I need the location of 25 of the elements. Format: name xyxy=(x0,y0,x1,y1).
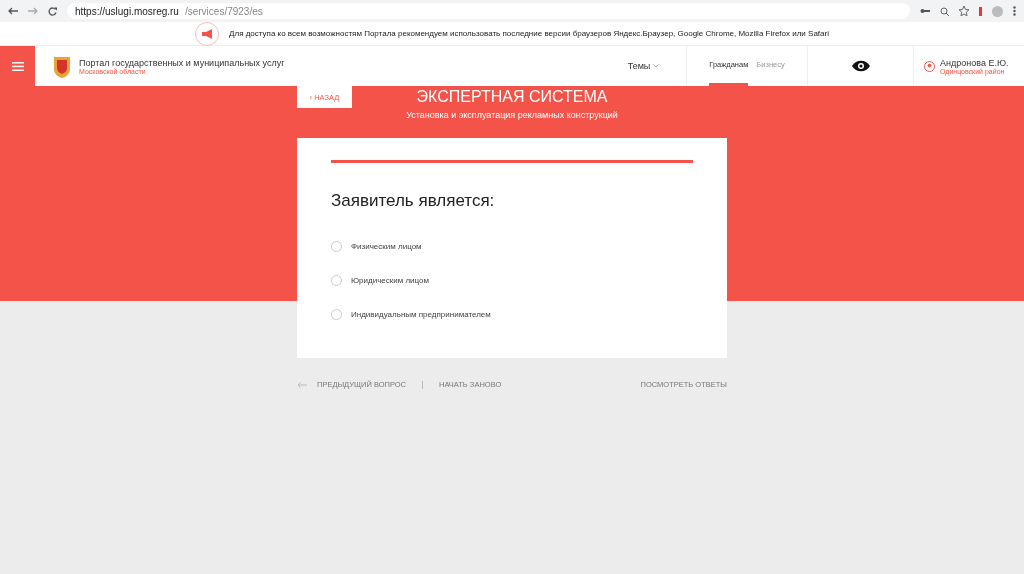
user-name[interactable]: Андронова Е.Ю. xyxy=(940,57,1009,68)
extension-icon[interactable] xyxy=(979,6,982,16)
option-label[interactable]: Индивидуальным предпринимателем xyxy=(351,309,491,319)
option-label[interactable]: Физическим лицом xyxy=(351,241,422,251)
notice-text: Для доступа ко всем возможностям Портала рекомендуем использовать последние версии браузеров Яндекс.Браузер, Google Chrome, Mozilla Firefox или Safari xyxy=(229,29,829,38)
option-label[interactable]: Юридическим лицом xyxy=(351,275,430,285)
caret-icon[interactable] xyxy=(653,64,660,68)
hero-title: ЭКСПЕРТНАЯ СИСТЕМА xyxy=(416,88,608,106)
reload-icon[interactable] xyxy=(48,6,57,16)
address-field[interactable]: https://uslugi.mosreg.ru /services/7923/es xyxy=(67,3,910,19)
menu-icon[interactable] xyxy=(0,46,35,86)
search-icon[interactable] xyxy=(940,6,949,16)
forward-icon[interactable] xyxy=(28,7,38,15)
topics-menu[interactable]: Темы xyxy=(627,61,651,71)
star-icon[interactable] xyxy=(959,6,969,16)
portal-title[interactable]: Портал государственных и муниципальных услуг xyxy=(79,57,285,68)
question-title: Заявитель является: xyxy=(331,191,496,211)
key-icon[interactable] xyxy=(920,8,930,14)
back-icon[interactable] xyxy=(8,7,18,15)
avatar-icon[interactable] xyxy=(992,5,1003,17)
user-icon[interactable] xyxy=(924,60,935,72)
coat-of-arms-icon xyxy=(53,54,71,78)
hero-subtitle: Установка и эксплуатация рекламных конструкций xyxy=(406,110,618,120)
eye-icon[interactable] xyxy=(851,60,870,72)
more-icon[interactable] xyxy=(1013,6,1016,16)
